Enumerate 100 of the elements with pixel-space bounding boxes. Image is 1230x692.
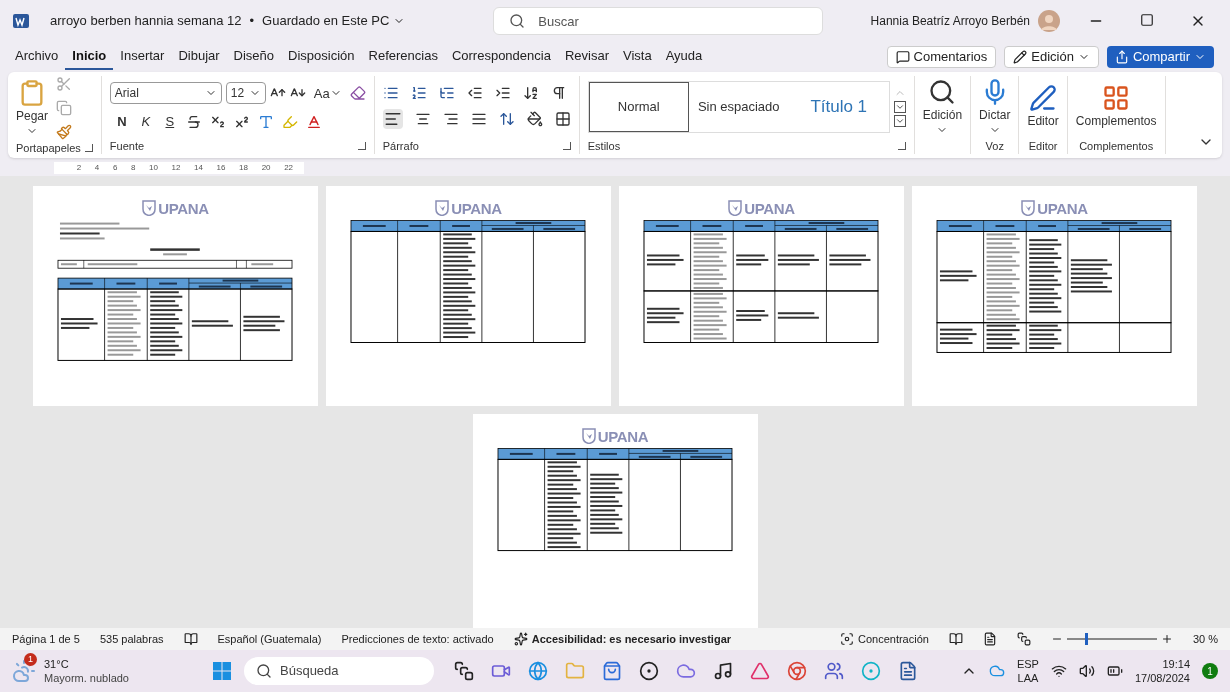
focus-button[interactable]: Concentración <box>840 630 929 648</box>
text-predictions-status[interactable]: Predicciones de texto: activado <box>341 630 494 648</box>
font-size-dropdown[interactable]: 12 <box>225 82 266 105</box>
restore-icon[interactable] <box>1140 13 1154 27</box>
superscript-icon[interactable] <box>233 114 250 130</box>
style-gallery-item[interactable]: Normal <box>588 82 689 132</box>
justify-icon[interactable] <box>470 111 487 127</box>
input-language[interactable]: ESP <box>1016 657 1039 671</box>
align-left-icon[interactable] <box>382 109 403 129</box>
increase-indent-icon[interactable] <box>494 85 511 101</box>
sparkles-icon <box>513 632 528 646</box>
clock-time[interactable]: 19:14 <box>1162 657 1190 671</box>
music-note-icon[interactable] <box>713 661 733 681</box>
addins-button[interactable]: Complementos <box>1075 84 1157 130</box>
taskbar-search-field[interactable]: Búsqueda <box>244 657 434 685</box>
clock-date[interactable]: 17/08/2024 <box>1134 671 1190 685</box>
align-right-icon[interactable] <box>442 111 459 127</box>
paste-button[interactable]: Pegar <box>16 79 49 137</box>
subscript-icon[interactable] <box>209 114 226 130</box>
battery-icon[interactable] <box>1106 663 1123 679</box>
editor-button[interactable]: Editor <box>1027 84 1059 130</box>
change-case-button[interactable]: Aa <box>309 83 346 103</box>
shield-logo-icon <box>1021 200 1036 216</box>
temperature[interactable]: 31°C <box>44 657 129 671</box>
page-count[interactable]: Página 1 de 5 <box>12 630 80 648</box>
weather-description[interactable]: Mayorm. nublado <box>44 671 129 685</box>
bold-button[interactable]: N <box>113 112 130 132</box>
dictate-button[interactable]: Dictar <box>979 78 1011 136</box>
notification-count[interactable]: 1 <box>1202 663 1218 679</box>
web-layout-icon[interactable] <box>1016 632 1031 646</box>
font-color-icon[interactable] <box>305 114 322 130</box>
format-painter-icon[interactable] <box>56 124 73 140</box>
cloud-app-icon[interactable] <box>676 661 696 681</box>
word-count[interactable]: 535 palabras <box>99 630 164 648</box>
language-status[interactable]: Español (Guatemala) <box>217 630 322 648</box>
underline-button[interactable]: S <box>161 112 178 132</box>
save-status-button[interactable]: Guardado en Este PC <box>262 11 406 31</box>
menu-tab[interactable]: Insertar <box>113 44 172 70</box>
zoom-slider-thumb[interactable] <box>1084 633 1088 645</box>
task-view-icon[interactable] <box>454 661 474 681</box>
menu-tab[interactable]: Inicio <box>65 44 114 70</box>
menu-tab[interactable]: Ayuda <box>658 44 710 70</box>
store-bag-icon[interactable] <box>602 661 622 681</box>
dialog-launcher-icon[interactable] <box>84 144 93 152</box>
ruler-number: 22 <box>284 162 294 174</box>
group-label: Fuente <box>109 138 145 154</box>
wifi-icon[interactable] <box>1050 663 1067 679</box>
document-app-icon[interactable] <box>898 661 918 681</box>
menu-tab[interactable]: Archivo <box>8 44 66 70</box>
menu-tab[interactable]: Correspondencia <box>444 44 558 70</box>
dialog-launcher-icon[interactable] <box>897 142 906 150</box>
read-mode-icon[interactable] <box>948 632 963 646</box>
style-gallery-item[interactable]: Sin espaciado <box>688 82 789 132</box>
search-field[interactable]: Buscar <box>493 7 824 35</box>
dialog-launcher-icon[interactable] <box>357 142 366 150</box>
word-logo-icon[interactable] <box>12 12 30 30</box>
menu-tab[interactable]: Disposición <box>281 44 362 70</box>
zoom-level[interactable]: 30 % <box>1192 630 1218 648</box>
triangle-app-icon[interactable] <box>750 661 770 681</box>
menu-tab[interactable]: Vista <box>616 44 659 70</box>
line-spacing-icon[interactable] <box>498 111 515 127</box>
logo-text: UPANA <box>158 200 209 216</box>
clear-formatting-icon[interactable] <box>349 85 366 102</box>
windows-logo-icon[interactable] <box>212 661 232 681</box>
bullets-icon[interactable] <box>382 85 399 101</box>
find-button[interactable]: Edición <box>922 78 963 136</box>
editing-mode-button[interactable]: Edición <box>1004 46 1099 68</box>
cloud-icon[interactable] <box>988 663 1005 679</box>
zoom-in-icon[interactable] <box>1160 633 1173 645</box>
font-name-dropdown[interactable]: Arial <box>109 82 222 105</box>
menu-tab[interactable]: Dibujar <box>171 44 227 70</box>
proofing-icon[interactable] <box>183 632 198 646</box>
circle-logo-icon[interactable] <box>639 661 659 681</box>
volume-icon[interactable] <box>1078 663 1095 679</box>
style-gallery-item[interactable]: Título 1 <box>788 82 889 132</box>
search-icon <box>256 663 272 679</box>
numbering-icon[interactable] <box>410 85 427 101</box>
menu-tab[interactable]: Referencias <box>361 44 445 70</box>
browser-icon[interactable] <box>528 661 548 681</box>
keyboard-layout[interactable]: LAA <box>1017 671 1039 685</box>
more-styles-icon[interactable] <box>893 115 906 127</box>
borders-icon[interactable] <box>554 111 571 127</box>
text-effects-icon[interactable] <box>257 114 274 130</box>
scroll-down-icon[interactable] <box>893 101 906 113</box>
menu-tab[interactable]: Diseño <box>226 44 282 70</box>
align-center-icon[interactable] <box>414 111 431 127</box>
shading-icon[interactable] <box>526 111 543 127</box>
print-layout-icon[interactable] <box>982 632 997 646</box>
chrome-icon[interactable] <box>787 661 807 681</box>
italic-button[interactable]: K <box>137 112 154 132</box>
decrease-indent-icon[interactable] <box>466 85 483 101</box>
menu-tab[interactable]: Revisar <box>557 44 616 70</box>
sort-icon[interactable] <box>522 85 539 101</box>
people-icon[interactable] <box>824 661 844 681</box>
share-button[interactable]: Compartir <box>1106 46 1214 68</box>
comments-button[interactable]: Comentarios <box>886 46 997 68</box>
accessibility-button[interactable]: Accesibilidad: es necesario investigar <box>513 630 732 648</box>
strikethrough-icon[interactable] <box>185 114 202 130</box>
dialog-launcher-icon[interactable] <box>562 142 571 150</box>
multilevel-list-icon[interactable] <box>438 85 455 101</box>
